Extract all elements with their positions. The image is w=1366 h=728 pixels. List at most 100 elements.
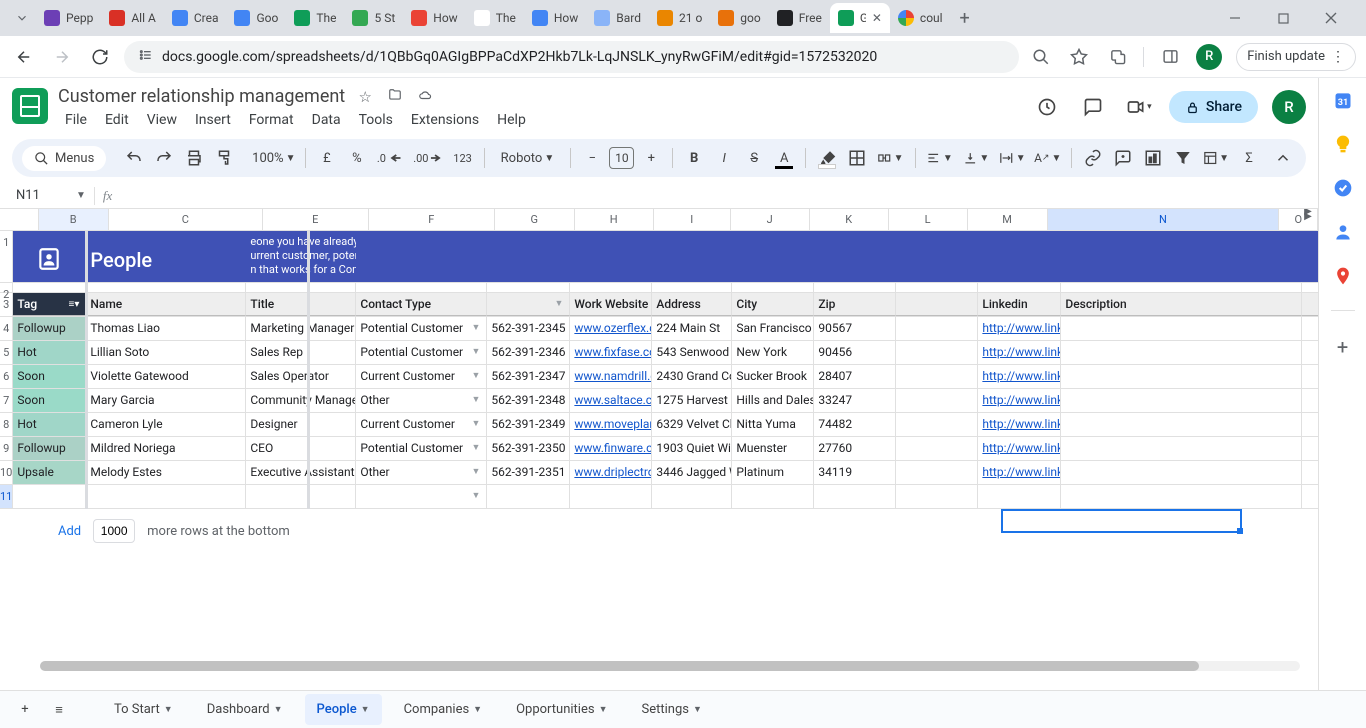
- col-header[interactable]: J: [731, 209, 810, 230]
- col-header[interactable]: E: [263, 209, 369, 230]
- browser-tab[interactable]: 5 St: [344, 3, 403, 33]
- browser-tab[interactable]: Pepp: [36, 3, 101, 33]
- table-row[interactable]: FollowupThomas LiaoMarketing ManagerPote…: [13, 317, 1318, 341]
- contacts-icon[interactable]: [1333, 222, 1353, 242]
- browser-tab[interactable]: goo: [710, 3, 768, 33]
- star-icon[interactable]: ☆: [355, 88, 375, 106]
- col-header[interactable]: C: [109, 209, 263, 230]
- table-row[interactable]: SoonViolette GatewoodSales OperatorCurre…: [13, 365, 1318, 389]
- browser-tab[interactable]: Goo: [226, 3, 286, 33]
- wrap-button[interactable]: ▼: [996, 145, 1028, 171]
- table-row[interactable]: HotLillian SotoSales RepPotential Custom…: [13, 341, 1318, 365]
- format-123-button[interactable]: 123: [450, 145, 476, 171]
- window-minimize[interactable]: [1220, 3, 1250, 33]
- sheet-tab[interactable]: Settings▼: [629, 694, 713, 725]
- tasks-icon[interactable]: [1333, 178, 1353, 198]
- table-row[interactable]: HotCameron LyleDesignerCurrent Customer▼…: [13, 413, 1318, 437]
- fill-color-button[interactable]: [814, 145, 840, 171]
- menu-extensions[interactable]: Extensions: [404, 109, 486, 131]
- keep-icon[interactable]: [1333, 134, 1353, 154]
- col-header[interactable]: G: [495, 209, 575, 230]
- strikethrough-button[interactable]: S: [741, 145, 767, 171]
- sheet-menu-icon[interactable]: ▼: [599, 704, 608, 715]
- browser-tab[interactable]: How: [524, 3, 586, 33]
- dropdown-icon[interactable]: ▼: [471, 413, 480, 436]
- tag-cell[interactable]: Soon: [13, 365, 86, 388]
- row-header[interactable]: 3: [0, 293, 13, 317]
- nav-reload-button[interactable]: [86, 43, 114, 71]
- finish-update-button[interactable]: Finish update⋮: [1236, 43, 1356, 71]
- browser-tab[interactable]: The: [286, 3, 344, 33]
- table-header[interactable]: Name: [86, 293, 246, 316]
- menu-format[interactable]: Format: [242, 109, 301, 131]
- col-header[interactable]: B: [39, 209, 109, 230]
- namebox-dropdown[interactable]: ▼: [76, 190, 86, 201]
- dropdown-icon[interactable]: ▼: [471, 389, 480, 412]
- move-icon[interactable]: [385, 88, 405, 106]
- sheet-menu-icon[interactable]: ▼: [274, 704, 283, 715]
- bookmark-icon[interactable]: [1067, 45, 1091, 69]
- comment-button[interactable]: [1110, 145, 1136, 171]
- row-header[interactable]: 7: [0, 389, 13, 413]
- valign-button[interactable]: ▼: [960, 145, 992, 171]
- filter-button[interactable]: [1170, 145, 1196, 171]
- add-sheet-button[interactable]: +: [10, 695, 40, 725]
- add-rows-input[interactable]: [93, 519, 135, 543]
- table-header[interactable]: Contact Type: [356, 293, 487, 316]
- calendar-icon[interactable]: 31: [1333, 90, 1353, 110]
- tag-cell[interactable]: Followup: [13, 317, 86, 340]
- nav-back-button[interactable]: [10, 43, 38, 71]
- tag-cell[interactable]: Followup: [13, 437, 86, 460]
- browser-profile-avatar[interactable]: R: [1196, 44, 1222, 70]
- decrease-decimal-button[interactable]: .0: [374, 145, 406, 171]
- sheet-tab[interactable]: Dashboard▼: [195, 694, 295, 725]
- menu-file[interactable]: File: [58, 109, 94, 131]
- site-info-icon[interactable]: [138, 47, 154, 67]
- row-header[interactable]: 5: [0, 341, 13, 365]
- browser-tab[interactable]: Free: [769, 3, 830, 33]
- browser-tab[interactable]: All A: [101, 3, 163, 33]
- table-row[interactable]: UpsaleMelody EstesExecutive AssistantOth…: [13, 461, 1318, 485]
- row-header[interactable]: 10: [0, 461, 13, 485]
- url-input[interactable]: docs.google.com/spreadsheets/d/1QBbGq0AG…: [124, 41, 1019, 73]
- col-header[interactable]: M: [968, 209, 1048, 230]
- share-button[interactable]: Share: [1169, 91, 1258, 123]
- history-icon[interactable]: [1031, 91, 1063, 123]
- link-button[interactable]: [1080, 145, 1106, 171]
- browser-tab[interactable]: The: [466, 3, 524, 33]
- filter-icon[interactable]: ≡▾: [69, 293, 80, 316]
- row-header[interactable]: 6: [0, 365, 13, 389]
- decrease-fontsize-button[interactable]: −: [579, 145, 605, 171]
- col-header[interactable]: O ▶▶: [1279, 209, 1318, 230]
- text-color-button[interactable]: A: [771, 145, 797, 171]
- comments-icon[interactable]: [1077, 91, 1109, 123]
- browser-tab[interactable]: Bard: [586, 3, 649, 33]
- col-header[interactable]: K: [810, 209, 889, 230]
- col-header[interactable]: I: [654, 209, 731, 230]
- table-row[interactable]: SoonMary GarciaCommunity ManagerOther▼56…: [13, 389, 1318, 413]
- nav-forward-button[interactable]: [48, 43, 76, 71]
- row-header[interactable]: 2: [0, 283, 13, 293]
- menu-view[interactable]: View: [140, 109, 184, 131]
- extensions-icon[interactable]: [1105, 45, 1129, 69]
- cloud-status-icon[interactable]: [415, 88, 435, 106]
- row-header[interactable]: 9: [0, 437, 13, 461]
- zoom-icon[interactable]: [1029, 45, 1053, 69]
- chart-button[interactable]: [1140, 145, 1166, 171]
- select-all-corner[interactable]: [0, 209, 39, 230]
- redo-button[interactable]: [151, 145, 177, 171]
- col-header[interactable]: F: [369, 209, 495, 230]
- increase-decimal-button[interactable]: .00: [410, 145, 445, 171]
- sheet-menu-icon[interactable]: ▼: [473, 704, 482, 715]
- dropdown-icon[interactable]: ▼: [471, 317, 480, 340]
- browser-tab[interactable]: G✕: [830, 3, 890, 33]
- sheet-tab[interactable]: People▼: [305, 694, 382, 725]
- col-header[interactable]: H: [575, 209, 654, 230]
- search-menus-button[interactable]: Menus: [22, 146, 106, 171]
- browser-tab[interactable]: How: [403, 3, 465, 33]
- increase-fontsize-button[interactable]: +: [638, 145, 664, 171]
- merge-button[interactable]: ▼: [874, 145, 906, 171]
- account-avatar[interactable]: R: [1272, 90, 1306, 124]
- table-header[interactable]: Tag≡▾: [13, 293, 86, 316]
- rotate-button[interactable]: A↗▼: [1033, 145, 1063, 171]
